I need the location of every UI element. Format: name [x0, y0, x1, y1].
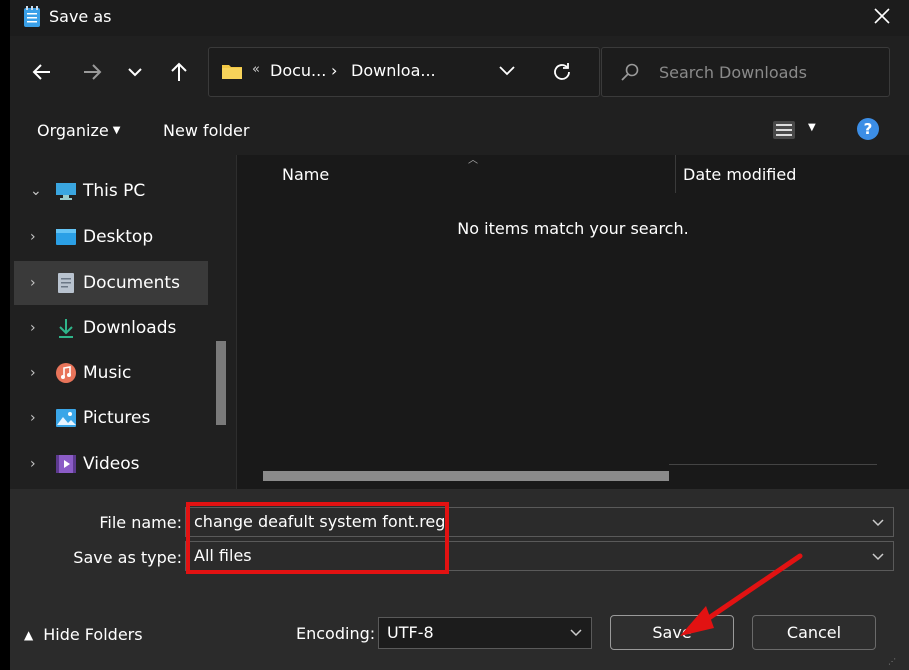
- downloads-icon: [54, 317, 78, 339]
- address-bar[interactable]: « Docu... › Downloa...: [208, 47, 600, 97]
- navigation-bar: « Docu... › Downloa... Search Downloads: [10, 36, 909, 108]
- chevron-down-icon: [128, 68, 142, 77]
- sort-ascending-icon: ︿: [468, 155, 478, 166]
- file-list: ︿ Name Date modified No items match your…: [237, 155, 909, 489]
- recent-locations-button[interactable]: [121, 58, 149, 86]
- save-button[interactable]: Save: [610, 615, 734, 650]
- chevron-down-icon[interactable]: ⌄: [30, 183, 54, 199]
- tree-item-videos[interactable]: › Videos: [14, 442, 208, 486]
- tree-label: Pictures: [83, 408, 151, 428]
- tree-label: Documents: [83, 273, 180, 293]
- desktop-icon: [54, 226, 78, 248]
- view-options-icon[interactable]: [772, 119, 796, 141]
- pictures-icon: [54, 407, 78, 429]
- refresh-icon[interactable]: [551, 61, 573, 83]
- tree-item-music[interactable]: › Music: [14, 351, 208, 395]
- tree-label: Desktop: [83, 227, 154, 247]
- resize-grip-icon[interactable]: ⋰: [888, 657, 897, 666]
- search-box[interactable]: Search Downloads: [601, 47, 890, 97]
- chevron-right-icon[interactable]: ›: [30, 275, 54, 291]
- encoding-label: Encoding:: [296, 624, 376, 643]
- save-type-label: Save as type:: [73, 548, 182, 567]
- column-divider[interactable]: [675, 155, 676, 193]
- hide-folders-label: Hide Folders: [43, 625, 143, 644]
- navigation-pane: ⌄ This PC › Desktop › Documents › Downlo…: [10, 155, 236, 489]
- tree-item-this-pc[interactable]: ⌄ This PC: [14, 169, 208, 213]
- column-header-name[interactable]: Name: [282, 165, 329, 184]
- chevron-right-icon[interactable]: ›: [30, 365, 54, 381]
- chevron-down-icon[interactable]: [871, 547, 885, 565]
- empty-message: No items match your search.: [457, 219, 689, 238]
- file-name-label: File name:: [99, 513, 182, 532]
- forward-button[interactable]: [78, 58, 106, 86]
- up-arrow-icon: [171, 62, 187, 81]
- forward-arrow-icon: [84, 64, 102, 80]
- chevron-right-icon[interactable]: ›: [30, 320, 54, 336]
- up-button[interactable]: [165, 58, 193, 86]
- pc-icon: [54, 180, 78, 202]
- breadcrumb-chevron-icon[interactable]: ›: [331, 61, 337, 80]
- horizontal-scrollbar[interactable]: [263, 471, 669, 481]
- hide-folders-button[interactable]: ▲ Hide Folders: [24, 625, 143, 644]
- divider: [669, 464, 877, 465]
- organize-label: Organize: [37, 121, 109, 140]
- notepad-icon: [24, 6, 40, 27]
- save-as-dialog: Save as « Docu... › Downloa... Search Do…: [0, 0, 909, 670]
- highlight-box: [186, 502, 449, 574]
- breadcrumb-downloads[interactable]: Downloa...: [351, 61, 436, 80]
- column-header-date-modified[interactable]: Date modified: [683, 165, 796, 184]
- window-title: Save as: [49, 7, 112, 26]
- tree-label: Music: [83, 363, 132, 383]
- back-button[interactable]: [28, 58, 56, 86]
- chevron-up-icon: ▲: [24, 627, 34, 642]
- chevron-right-icon[interactable]: ›: [30, 456, 54, 472]
- title-bar: Save as: [10, 0, 909, 36]
- videos-icon: [54, 453, 78, 475]
- chevron-right-icon[interactable]: ›: [30, 229, 54, 245]
- tree-item-documents[interactable]: › Documents: [14, 261, 208, 305]
- breadcrumb-overflow[interactable]: «: [252, 62, 260, 77]
- cancel-button[interactable]: Cancel: [752, 615, 876, 650]
- chevron-down-icon[interactable]: [871, 513, 885, 531]
- encoding-value: UTF-8: [387, 623, 434, 642]
- address-dropdown-icon[interactable]: [499, 64, 515, 76]
- music-icon: [54, 362, 78, 384]
- nav-pane-scrollbar[interactable]: [216, 341, 226, 425]
- tree-label: Videos: [83, 454, 140, 474]
- tree-label: This PC: [83, 181, 146, 201]
- view-caret-icon[interactable]: ▼: [808, 122, 816, 133]
- search-placeholder: Search Downloads: [659, 63, 807, 82]
- caret-down-icon: ▼: [112, 125, 121, 136]
- new-folder-button[interactable]: New folder: [163, 121, 249, 140]
- tree-item-pictures[interactable]: › Pictures: [14, 396, 208, 440]
- command-bar: Organize ▼ New folder ▼ ?: [10, 108, 909, 154]
- tree-item-downloads[interactable]: › Downloads: [14, 306, 208, 350]
- breadcrumb-documents[interactable]: Docu...: [270, 61, 326, 80]
- tree-item-desktop[interactable]: › Desktop: [14, 215, 208, 259]
- tree-label: Downloads: [83, 318, 177, 338]
- folder-icon: [222, 65, 242, 79]
- documents-icon: [54, 272, 78, 294]
- organize-menu[interactable]: Organize ▼: [37, 121, 120, 140]
- back-arrow-icon: [32, 64, 50, 80]
- chevron-right-icon[interactable]: ›: [30, 410, 54, 426]
- chevron-down-icon[interactable]: [569, 623, 583, 641]
- search-icon: [621, 63, 639, 81]
- encoding-select[interactable]: UTF-8: [378, 617, 592, 649]
- help-icon[interactable]: ?: [857, 118, 879, 140]
- save-form: File name: change deafult system font.re…: [10, 489, 909, 670]
- close-icon[interactable]: [871, 5, 893, 27]
